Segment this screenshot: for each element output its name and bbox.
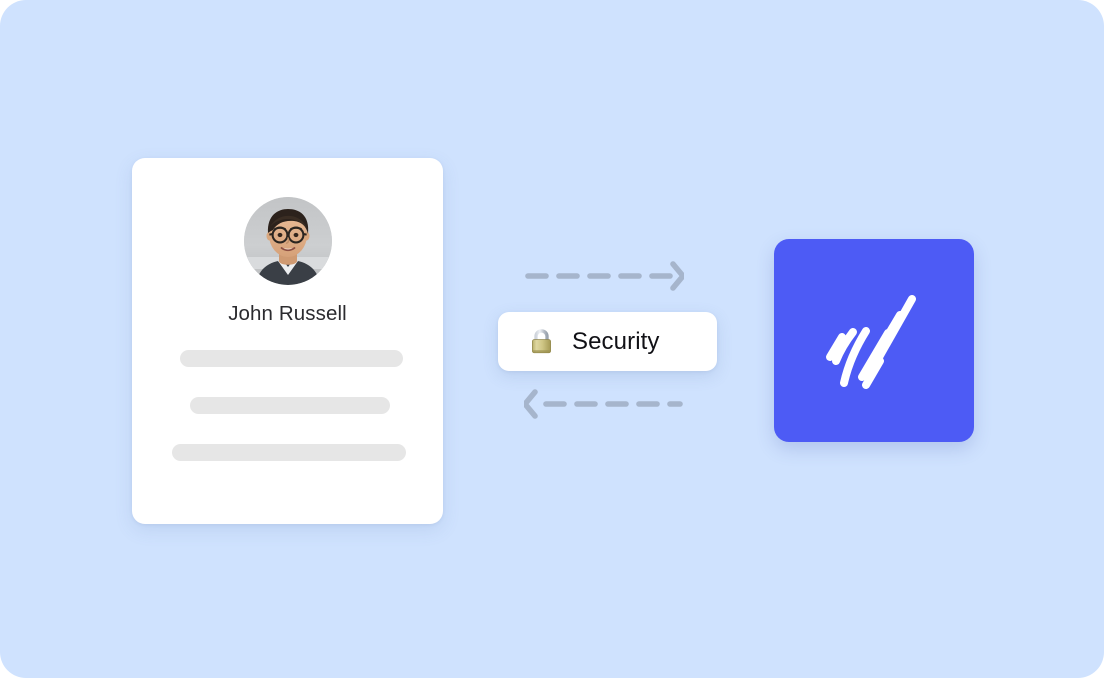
brand-logo-icon	[822, 285, 926, 397]
profile-name: John Russell	[228, 302, 347, 325]
avatar	[243, 197, 332, 285]
brand-tile[interactable]	[774, 239, 974, 442]
placeholder-line	[190, 397, 390, 414]
placeholder-line	[172, 444, 406, 461]
security-label: Security	[572, 327, 660, 355]
connector-group: Security	[498, 252, 720, 428]
profile-card[interactable]: John Russell	[132, 158, 443, 524]
security-pill[interactable]: Security	[498, 312, 717, 371]
dashed-arrow-right-icon	[524, 260, 684, 292]
placeholder-line	[180, 350, 403, 367]
dashed-arrow-left-icon	[524, 388, 684, 420]
lock-icon	[526, 326, 557, 357]
illustration-canvas: John Russell Security	[0, 0, 1104, 678]
